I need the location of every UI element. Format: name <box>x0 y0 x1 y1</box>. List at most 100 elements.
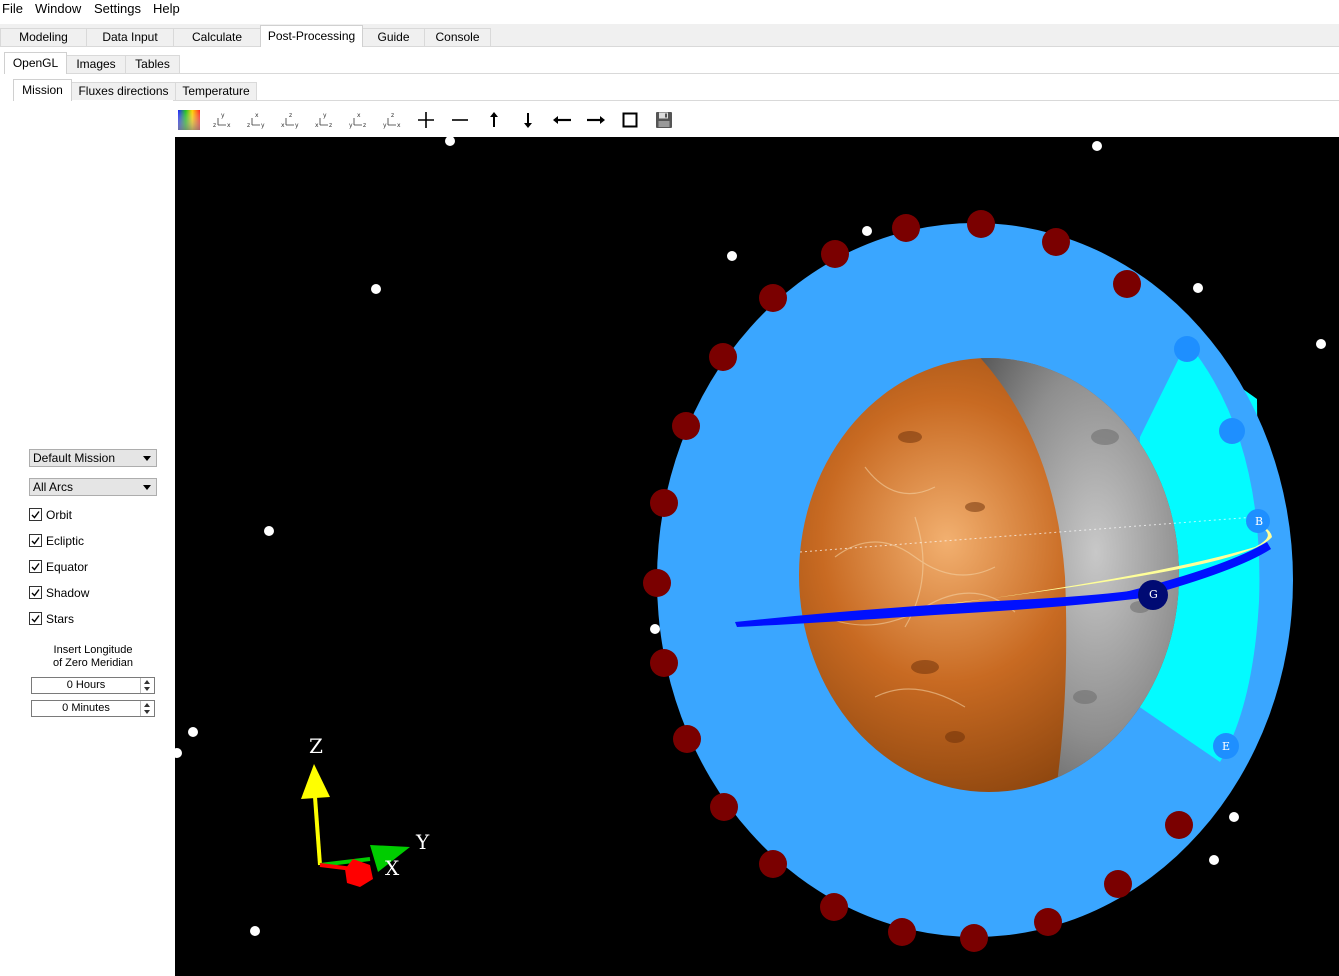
check-icon <box>31 511 40 519</box>
color-scale-icon[interactable] <box>176 107 202 133</box>
orbit-label: Orbit <box>46 508 73 522</box>
minutes-stepper[interactable] <box>140 701 154 716</box>
tab-modeling[interactable]: Modeling <box>0 28 87 46</box>
check-icon <box>31 563 40 571</box>
axis-gizmo: Z Y X <box>301 734 430 887</box>
tab-guide[interactable]: Guide <box>362 28 425 46</box>
view-yz-icon[interactable]: xy z <box>345 107 371 133</box>
svg-text:x: x <box>227 122 231 129</box>
svg-text:z: z <box>329 122 332 129</box>
pan-left-icon[interactable] <box>549 107 575 133</box>
tab-mission[interactable]: Mission <box>13 79 72 101</box>
arcs-dropdown-value: All Arcs <box>33 480 74 494</box>
arrow-down-icon[interactable] <box>144 687 150 691</box>
svg-text:y: y <box>349 122 353 129</box>
svg-text:z: z <box>391 112 394 119</box>
tab-calculate[interactable]: Calculate <box>173 28 261 46</box>
chevron-down-icon <box>143 485 151 490</box>
tab-console[interactable]: Console <box>424 28 491 46</box>
menu-window[interactable]: Window <box>35 1 81 17</box>
zero-meridian-label-line1: Insert Longitude <box>53 644 133 656</box>
view-xy-icon[interactable]: zx y <box>277 107 303 133</box>
menu-help[interactable]: Help <box>153 1 180 17</box>
arrow-down-icon[interactable] <box>144 710 150 714</box>
zero-meridian-label: Insert Longitude of Zero Meridian <box>33 644 153 670</box>
axis-z-label: Z <box>309 734 323 758</box>
svg-text:y: y <box>295 122 299 129</box>
ecliptic-checkbox[interactable] <box>29 534 42 547</box>
marker-b-label: B <box>1255 515 1263 528</box>
view-zy-icon[interactable]: xz y <box>243 107 269 133</box>
main-tab-bar: Modeling Data Input Calculate Post-Proce… <box>0 24 1339 47</box>
svg-text:y: y <box>323 112 327 119</box>
svg-text:x: x <box>255 112 259 119</box>
zoom-in-icon[interactable] <box>413 107 439 133</box>
minutes-value: 0 Minutes <box>62 702 110 714</box>
svg-text:z: z <box>289 112 292 119</box>
check-icon <box>31 589 40 597</box>
mission-3d-scene[interactable]: B G E Z Y X <box>175 137 1339 976</box>
menu-settings[interactable]: Settings <box>94 1 141 17</box>
axis-y-label: Y <box>415 830 430 854</box>
fit-view-icon[interactable] <box>617 107 643 133</box>
menu-bar: File Window Settings Help <box>0 0 1339 18</box>
tab-post-processing[interactable]: Post-Processing <box>260 25 363 47</box>
shadow-label: Shadow <box>46 586 90 600</box>
save-icon[interactable] <box>651 107 677 133</box>
svg-text:z: z <box>363 122 366 129</box>
equator-label: Equator <box>46 560 89 574</box>
pan-up-icon[interactable] <box>481 107 507 133</box>
svg-text:y: y <box>261 122 265 129</box>
stars-checkbox[interactable] <box>29 612 42 625</box>
minutes-spinbox[interactable]: 0 Minutes <box>31 700 155 717</box>
svg-text:z: z <box>247 122 250 129</box>
menu-file[interactable]: File <box>2 1 23 17</box>
arrow-up-icon[interactable] <box>144 680 150 684</box>
svg-text:y: y <box>221 112 225 119</box>
orbit-marker <box>1219 418 1245 444</box>
sub-tab-bar: OpenGL Images Tables <box>4 51 1339 74</box>
marker-e-label: E <box>1222 740 1230 753</box>
tab-data-input[interactable]: Data Input <box>86 28 174 46</box>
arrow-up-icon[interactable] <box>144 703 150 707</box>
zero-meridian-label-line2: of Zero Meridian <box>52 657 134 669</box>
pan-down-icon[interactable] <box>515 107 541 133</box>
shadow-checkbox[interactable] <box>29 586 42 599</box>
mission-dropdown[interactable]: Default Mission <box>29 449 157 467</box>
marker-g-label: G <box>1149 588 1158 601</box>
ecliptic-label: Ecliptic <box>46 534 85 548</box>
tab-temperature[interactable]: Temperature <box>175 82 257 100</box>
chevron-down-icon <box>143 456 151 461</box>
svg-text:x: x <box>397 122 401 129</box>
arcs-dropdown[interactable]: All Arcs <box>29 478 157 496</box>
view-zx-icon[interactable]: yz x <box>209 107 235 133</box>
check-icon <box>31 537 40 545</box>
tab-opengl[interactable]: OpenGL <box>4 52 67 74</box>
zoom-out-icon[interactable] <box>447 107 473 133</box>
tab-fluxes-directions[interactable]: Fluxes directions <box>71 82 176 100</box>
view-xz-icon[interactable]: yx z <box>311 107 337 133</box>
tab-images[interactable]: Images <box>66 55 126 73</box>
pan-right-icon[interactable] <box>583 107 609 133</box>
svg-text:x: x <box>315 122 319 129</box>
orbit-checkbox[interactable] <box>29 508 42 521</box>
view-tab-bar: Mission Fluxes directions Temperature <box>13 78 1339 101</box>
mission-sidebar: Default Mission All Arcs Orbit Ecliptic … <box>13 100 173 976</box>
svg-text:z: z <box>213 122 216 129</box>
svg-text:y: y <box>383 122 387 129</box>
view-toolbar: yzx xzy zxy yxz xyz zyx <box>175 103 695 135</box>
mission-dropdown-value: Default Mission <box>33 451 116 465</box>
svg-text:x: x <box>357 112 361 119</box>
view-yx-icon[interactable]: zy x <box>379 107 405 133</box>
equator-checkbox[interactable] <box>29 560 42 573</box>
hours-spinbox[interactable]: 0 Hours <box>31 677 155 694</box>
stars-label: Stars <box>46 612 75 626</box>
hours-value: 0 Hours <box>66 679 106 691</box>
svg-text:x: x <box>281 122 285 129</box>
tab-tables[interactable]: Tables <box>125 55 180 73</box>
axis-x-label: X <box>385 856 400 880</box>
orbit-marker <box>1174 336 1200 362</box>
check-icon <box>31 615 40 623</box>
opengl-viewport[interactable]: B G E Z Y X <box>175 137 1339 976</box>
hours-stepper[interactable] <box>140 678 154 693</box>
